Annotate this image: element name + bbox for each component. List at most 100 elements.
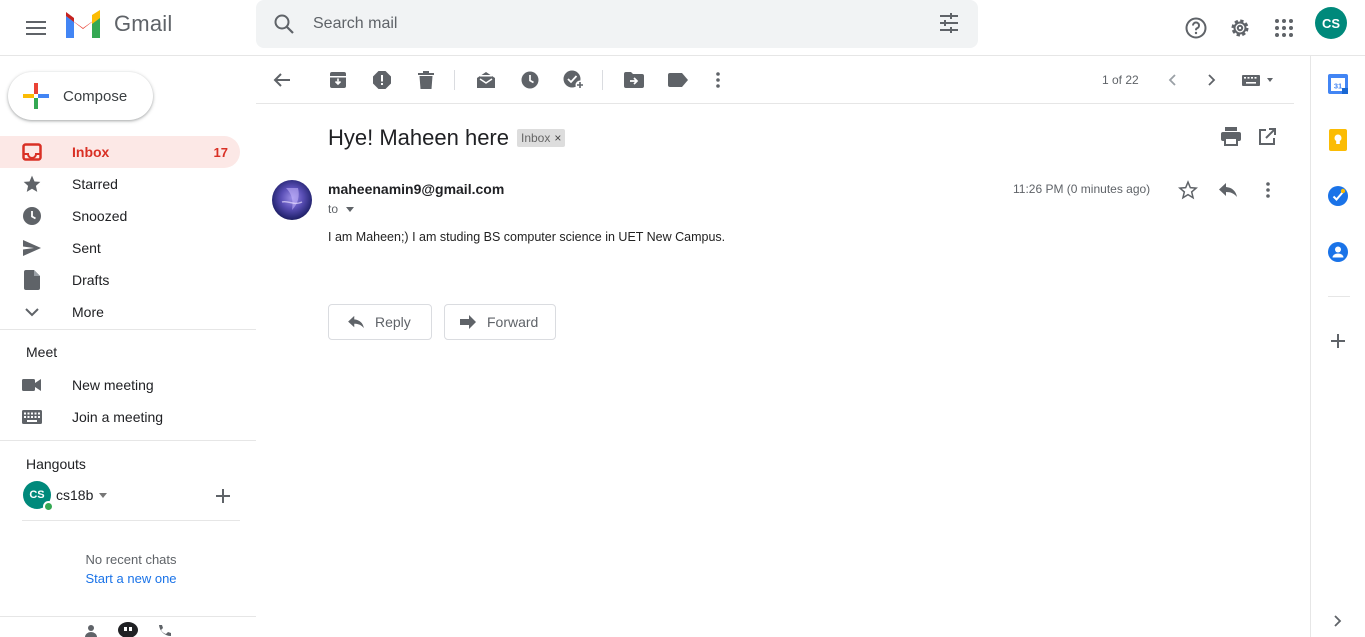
recipient-details[interactable]: to xyxy=(328,202,355,216)
contacts-person-icon[interactable] xyxy=(84,624,98,637)
sidebar-item-starred[interactable]: Starred xyxy=(0,168,240,200)
inbox-icon xyxy=(0,142,72,162)
compose-button[interactable]: Compose xyxy=(8,72,153,120)
to-label: to xyxy=(328,202,339,216)
caret-down-icon xyxy=(99,492,108,498)
forward-button[interactable]: Forward xyxy=(444,304,556,340)
caret-down-icon xyxy=(346,206,355,212)
more-actions-button[interactable] xyxy=(702,64,734,96)
inbox-label-chip[interactable]: Inbox × xyxy=(517,129,566,147)
chevron-left-icon xyxy=(1168,74,1176,86)
sidebar-item-label: Drafts xyxy=(72,272,110,288)
new-meeting-link[interactable]: New meeting xyxy=(0,369,240,401)
side-panel-divider xyxy=(1310,56,1311,637)
input-tools-button[interactable] xyxy=(1238,64,1278,96)
calendar-app-icon[interactable]: 31 xyxy=(1326,72,1350,96)
reply-icon xyxy=(1219,183,1237,197)
app-name: Gmail xyxy=(114,11,173,36)
message-more-button[interactable] xyxy=(1266,182,1270,198)
show-side-panel-icon[interactable] xyxy=(1326,609,1350,633)
sidebar-item-snoozed[interactable]: Snoozed xyxy=(0,200,240,232)
add-chat-icon[interactable] xyxy=(216,489,230,503)
account-avatar[interactable]: CS xyxy=(1315,7,1347,39)
apps-grid-icon[interactable] xyxy=(1264,8,1304,48)
reply-icon-button[interactable] xyxy=(1218,182,1238,198)
meet-section-title: Meet xyxy=(26,344,58,360)
get-addons-icon[interactable] xyxy=(1326,329,1350,353)
older-button[interactable] xyxy=(1196,64,1228,96)
more-vert-icon xyxy=(1266,182,1270,198)
email-subject: Hye! Maheen here xyxy=(328,125,509,150)
new-meeting-label: New meeting xyxy=(72,377,154,393)
email-timestamp: 11:26 PM (0 minutes ago) xyxy=(1013,182,1151,196)
mark-unread-button[interactable] xyxy=(470,64,502,96)
join-meeting-label: Join a meeting xyxy=(72,409,164,425)
print-icon xyxy=(1221,127,1241,146)
back-button[interactable] xyxy=(266,64,298,96)
sidebar-item-more[interactable]: More xyxy=(0,296,240,328)
sidebar-item-label: Snoozed xyxy=(72,208,128,224)
draft-icon xyxy=(0,270,72,290)
search-input[interactable]: Search mail xyxy=(313,15,397,33)
add-to-tasks-button[interactable] xyxy=(558,64,590,96)
phone-icon[interactable] xyxy=(157,624,171,637)
mark-unread-icon xyxy=(477,72,495,88)
start-new-chat-link[interactable]: Start a new one xyxy=(0,571,262,586)
keep-app-icon[interactable] xyxy=(1326,128,1350,152)
sidebar-item-label: Starred xyxy=(72,176,118,192)
toolbar-divider-line xyxy=(256,103,1294,104)
trash-icon xyxy=(418,71,434,89)
star-outline-icon xyxy=(1178,180,1198,200)
report-spam-button[interactable] xyxy=(366,64,398,96)
back-arrow-icon xyxy=(273,73,290,87)
open-new-window-button[interactable] xyxy=(1258,128,1276,146)
hangouts-chat-icon[interactable] xyxy=(118,622,138,637)
help-icon[interactable] xyxy=(1176,8,1216,48)
sidebar-item-label: Inbox xyxy=(72,144,110,160)
sidebar-item-label: More xyxy=(72,304,104,320)
join-meeting-link[interactable]: Join a meeting xyxy=(0,401,240,433)
sidebar-item-inbox[interactable]: Inbox 17 xyxy=(0,136,240,168)
spam-icon xyxy=(373,71,391,89)
star-icon xyxy=(0,174,72,194)
reply-button[interactable]: Reply xyxy=(328,304,432,340)
contacts-app-icon[interactable] xyxy=(1326,240,1350,264)
archive-button[interactable] xyxy=(322,64,354,96)
snooze-clock-icon xyxy=(521,71,539,89)
delete-button[interactable] xyxy=(410,64,442,96)
snooze-button[interactable] xyxy=(514,64,546,96)
sender-email[interactable]: maheenamin9@gmail.com xyxy=(328,181,504,197)
main-menu-button[interactable] xyxy=(16,8,56,48)
hangouts-username: cs18b xyxy=(56,487,94,503)
video-camera-icon xyxy=(0,378,72,392)
search-icon[interactable] xyxy=(272,12,296,36)
tasks-app-icon[interactable] xyxy=(1326,184,1350,208)
settings-gear-icon[interactable] xyxy=(1220,8,1260,48)
more-vert-icon xyxy=(716,72,720,88)
sender-avatar[interactable] xyxy=(272,180,312,220)
search-bar[interactable]: Search mail xyxy=(256,0,978,48)
star-button[interactable] xyxy=(1178,180,1198,200)
chevron-down-icon xyxy=(0,307,72,317)
move-to-button[interactable] xyxy=(618,64,650,96)
clock-icon xyxy=(0,206,72,226)
chevron-right-icon xyxy=(1208,74,1216,86)
sidebar-item-drafts[interactable]: Drafts xyxy=(0,264,240,296)
top-header: Gmail Search mail CS xyxy=(0,0,1365,56)
email-body: I am Maheen;) I am studing BS computer s… xyxy=(328,230,726,244)
gmail-logo[interactable]: Gmail xyxy=(64,10,172,38)
plus-color-icon xyxy=(23,83,49,109)
search-options-icon[interactable] xyxy=(938,12,960,34)
print-button[interactable] xyxy=(1220,126,1242,146)
labels-button[interactable] xyxy=(662,64,694,96)
remove-label-icon[interactable]: × xyxy=(554,131,561,145)
no-chats-text: No recent chats xyxy=(85,552,177,567)
gmail-m-icon xyxy=(66,10,100,38)
newer-button[interactable] xyxy=(1156,64,1188,96)
sidebar-item-sent[interactable]: Sent xyxy=(0,232,240,264)
hangouts-user[interactable]: cs18b xyxy=(56,487,108,503)
calendar-day: 31 xyxy=(1334,82,1342,91)
archive-icon xyxy=(330,72,346,88)
reply-icon xyxy=(348,315,364,329)
hamburger-icon xyxy=(26,21,46,35)
